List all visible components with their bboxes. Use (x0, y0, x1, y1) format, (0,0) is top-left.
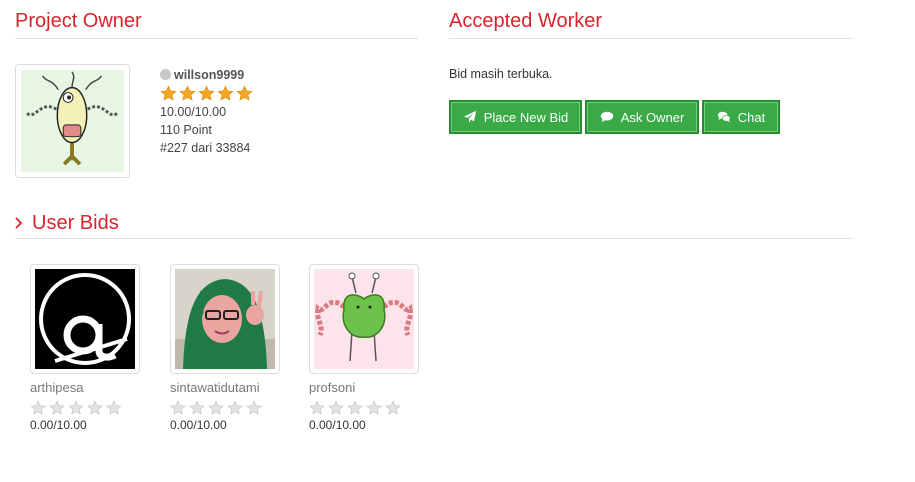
divider (15, 238, 853, 239)
star-empty-icon (106, 400, 122, 415)
star-empty-icon (189, 400, 205, 415)
owner-username-link[interactable]: willson9999 (174, 68, 244, 82)
place-new-bid-label: Place New Bid (483, 109, 569, 125)
star-empty-icon (309, 400, 325, 415)
star-empty-icon (68, 400, 84, 415)
bid-status-text: Bid masih terbuka. (449, 67, 553, 81)
star-empty-icon (366, 400, 382, 415)
star-filled-icon (160, 85, 177, 101)
chat-button[interactable]: Chat (702, 100, 780, 134)
ask-owner-button[interactable]: Ask Owner (585, 100, 699, 134)
user-bids-title: User Bids (32, 212, 119, 234)
star-empty-icon (246, 400, 262, 415)
paper-plane-icon (463, 110, 476, 123)
bid-card: arthipesa 0.00/10.00 (30, 264, 140, 432)
bidder-avatar[interactable] (30, 264, 140, 374)
bidder-avatar[interactable] (170, 264, 280, 374)
star-filled-icon (198, 85, 215, 101)
divider (449, 38, 853, 39)
star-filled-icon (217, 85, 234, 101)
chevron-right-icon (15, 217, 23, 229)
star-empty-icon (49, 400, 65, 415)
bidder-username-link[interactable]: sintawatidutami (170, 380, 280, 395)
bidder-star-rating (170, 400, 280, 416)
bidder-avatar[interactable] (309, 264, 419, 374)
owner-rating: 10.00/10.00 (160, 105, 227, 119)
divider (15, 38, 418, 39)
star-empty-icon (87, 400, 103, 415)
bidder-avatar-image (35, 269, 135, 369)
bid-card: profsoni 0.00/10.00 (309, 264, 419, 432)
owner-username-row: willson9999 (160, 66, 253, 84)
bidder-star-rating (30, 400, 140, 416)
worker-action-buttons: Place New Bid Ask Owner Chat (449, 100, 780, 134)
comments-icon (717, 111, 731, 123)
star-empty-icon (328, 400, 344, 415)
bidder-score: 0.00/10.00 (170, 418, 227, 432)
bidder-username-link[interactable]: arthipesa (30, 380, 140, 395)
bid-card: sintawatidutami 0.00/10.00 (170, 264, 280, 432)
accepted-worker-title: Accepted Worker (449, 10, 603, 32)
owner-avatar-image (21, 70, 124, 172)
place-new-bid-button[interactable]: Place New Bid (449, 100, 582, 134)
owner-info: willson9999 10.00/10.00 110 Point #227 d… (160, 66, 253, 157)
star-empty-icon (208, 400, 224, 415)
status-dot-icon (160, 69, 171, 80)
star-empty-icon (347, 400, 363, 415)
bidder-username-link[interactable]: profsoni (309, 380, 419, 395)
ask-owner-label: Ask Owner (620, 109, 685, 125)
project-owner-title: Project Owner (15, 10, 142, 32)
star-empty-icon (385, 400, 401, 415)
bidder-score: 0.00/10.00 (30, 418, 87, 432)
owner-avatar[interactable] (15, 64, 130, 178)
owner-points: 110 Point (160, 123, 212, 137)
chat-label: Chat (737, 109, 766, 125)
bidder-score: 0.00/10.00 (309, 418, 366, 432)
star-filled-icon (236, 85, 253, 101)
comment-icon (600, 111, 613, 123)
owner-star-rating (160, 85, 253, 102)
owner-rank: #227 dari 33884 (160, 141, 251, 155)
bidder-star-rating (309, 400, 419, 416)
star-empty-icon (30, 400, 46, 415)
bidder-avatar-image (175, 269, 275, 369)
star-filled-icon (179, 85, 196, 101)
bidder-avatar-image (314, 269, 414, 369)
star-empty-icon (170, 400, 186, 415)
star-empty-icon (227, 400, 243, 415)
